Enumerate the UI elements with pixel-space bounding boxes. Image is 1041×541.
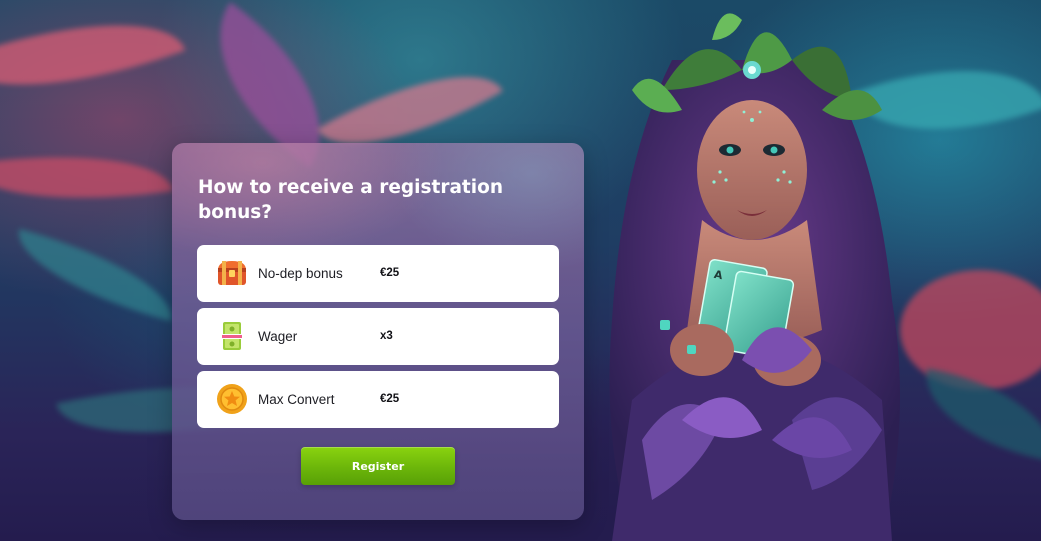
bonus-details-list: No-dep bonus €25 Wager x3 Max Convert €2… xyxy=(197,245,559,434)
background-leaf xyxy=(0,136,173,219)
bonus-row-value: €25 xyxy=(380,267,400,279)
bonus-row-value: x3 xyxy=(380,330,393,342)
background-leaf xyxy=(914,368,1041,462)
bonus-row-label: Wager xyxy=(258,329,298,344)
background-leaf xyxy=(0,0,186,126)
bonus-row-label: No-dep bonus xyxy=(258,266,343,281)
bonus-row-value: €25 xyxy=(380,393,400,405)
bonus-row-no-dep: No-dep bonus €25 xyxy=(197,245,559,302)
register-button[interactable]: Register xyxy=(301,447,455,485)
bonus-row-label: Max Convert xyxy=(258,392,335,407)
gold-coin-icon xyxy=(217,384,247,414)
background-mushroom xyxy=(900,270,1041,390)
bonus-row-max-convert: Max Convert €25 xyxy=(197,371,559,428)
registration-bonus-card: How to receive a registration bonus? No-… xyxy=(172,143,584,520)
background-leaf xyxy=(6,228,184,322)
card-title: How to receive a registration bonus? xyxy=(198,177,503,223)
bonus-row-wager: Wager x3 xyxy=(197,308,559,365)
hero-illustration: A xyxy=(609,13,900,541)
cash-stack-icon xyxy=(222,322,242,350)
treasure-chest-icon xyxy=(218,261,246,285)
